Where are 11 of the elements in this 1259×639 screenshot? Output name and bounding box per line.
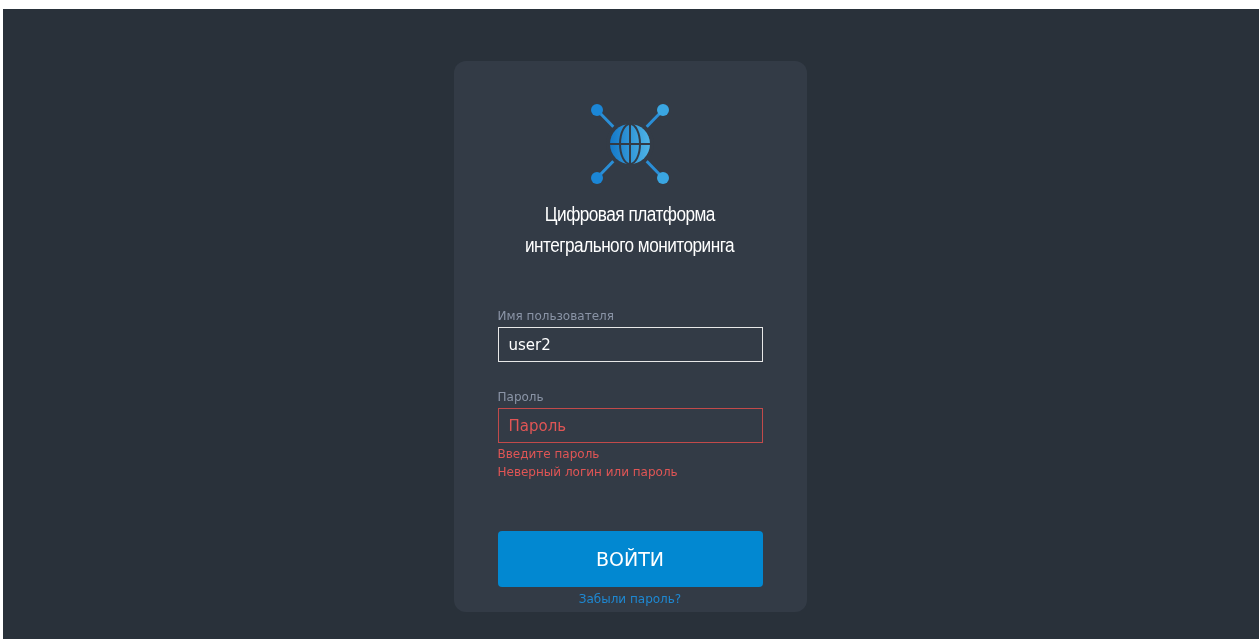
globe-network-icon (590, 103, 670, 185)
app-title: Цифровая платформа (545, 202, 715, 227)
field-label: Пароль (497, 390, 545, 405)
login-button[interactable]: ВОЙТИ (497, 531, 763, 587)
username-field[interactable]: user2 (497, 327, 763, 362)
error-message: Введите пароль (497, 446, 601, 463)
field-label: Имя пользователя (497, 309, 615, 324)
forgot-password-link[interactable]: Забыли пароль? (578, 592, 682, 606)
error-message: Неверный логин или пароль (497, 464, 679, 481)
app-title: интегрального мониторинга (525, 233, 735, 258)
password-field[interactable]: Пароль (497, 408, 763, 443)
